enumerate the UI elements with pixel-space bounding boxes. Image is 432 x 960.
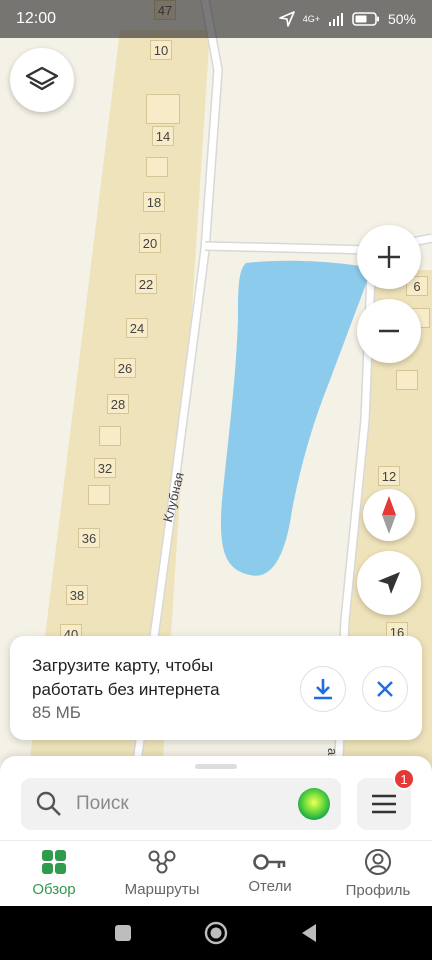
house-number: 36 xyxy=(78,528,100,548)
navigation-arrow-icon xyxy=(378,572,400,594)
tab-label: Обзор xyxy=(32,881,76,898)
system-nav-bar xyxy=(0,906,432,960)
tab-label: Отели xyxy=(248,878,292,895)
house-number: 26 xyxy=(114,358,136,378)
house xyxy=(99,426,121,446)
recents-icon[interactable] xyxy=(114,924,132,942)
compass-button[interactable] xyxy=(363,489,415,541)
download-size: 85 МБ xyxy=(32,703,81,722)
tab-profile[interactable]: Профиль xyxy=(324,841,432,906)
house xyxy=(88,485,110,505)
zoom-in-button[interactable] xyxy=(357,225,421,289)
my-location-button[interactable] xyxy=(357,551,421,615)
search-bar[interactable]: Поиск xyxy=(21,778,341,830)
house-number: 20 xyxy=(139,233,161,253)
house-number: 14 xyxy=(152,126,174,146)
house-number: 28 xyxy=(107,394,129,414)
zoom-out-button[interactable] xyxy=(357,299,421,363)
hamburger-icon xyxy=(372,794,396,814)
house-number: 18 xyxy=(143,192,165,212)
tab-hotels[interactable]: Отели xyxy=(216,841,324,906)
house xyxy=(146,157,168,177)
house xyxy=(396,370,418,390)
house-number: 38 xyxy=(66,585,88,605)
network-type: 4G+ xyxy=(302,14,320,24)
route-icon xyxy=(148,850,176,874)
tab-label: Маршруты xyxy=(124,881,200,898)
sheet-handle[interactable] xyxy=(195,764,237,769)
house-number: 12 xyxy=(378,466,400,486)
search-icon xyxy=(36,791,61,816)
assistant-icon[interactable] xyxy=(297,787,331,821)
menu-button[interactable]: 1 xyxy=(357,768,415,830)
search-placeholder: Поиск xyxy=(76,793,129,814)
house-number: 24 xyxy=(126,318,148,338)
battery-icon xyxy=(352,12,379,26)
minus-icon xyxy=(379,329,399,333)
clock: 12:00 xyxy=(16,10,57,27)
grid-icon xyxy=(42,850,66,874)
profile-icon xyxy=(365,849,391,875)
home-icon[interactable] xyxy=(204,921,228,945)
layers-icon xyxy=(25,66,59,91)
offline-map-banner: Загрузите карту, чтобы работать без инте… xyxy=(10,636,422,740)
layers-button[interactable] xyxy=(10,48,74,112)
close-icon xyxy=(377,681,393,697)
tab-overview[interactable]: Обзор xyxy=(0,841,108,906)
house-number: 32 xyxy=(94,458,116,478)
tab-routes[interactable]: Маршруты xyxy=(108,841,216,906)
plus-icon xyxy=(378,246,400,268)
status-bar: 12:00 4G+ 50% xyxy=(0,0,432,38)
tab-bar: Обзор Маршруты Отели Профиль xyxy=(0,841,432,906)
notification-badge: 1 xyxy=(393,768,415,790)
signal-icon xyxy=(328,13,343,26)
house xyxy=(146,94,180,124)
back-icon[interactable] xyxy=(300,923,318,943)
banner-message: Загрузите карту, чтобы работать без инте… xyxy=(32,656,220,699)
key-icon xyxy=(253,854,286,870)
house-number: 10 xyxy=(150,40,172,60)
battery-percent: 50% xyxy=(387,11,416,27)
download-icon xyxy=(314,679,332,700)
close-banner-button[interactable] xyxy=(362,666,408,712)
download-button[interactable] xyxy=(300,666,346,712)
house-number: 22 xyxy=(135,274,157,294)
bottom-sheet: Поиск 1 Обзор Маршруты Отели Профиль xyxy=(0,756,432,906)
tab-label: Профиль xyxy=(345,882,411,899)
compass-icon xyxy=(382,496,396,534)
location-arrow-icon xyxy=(278,11,295,27)
